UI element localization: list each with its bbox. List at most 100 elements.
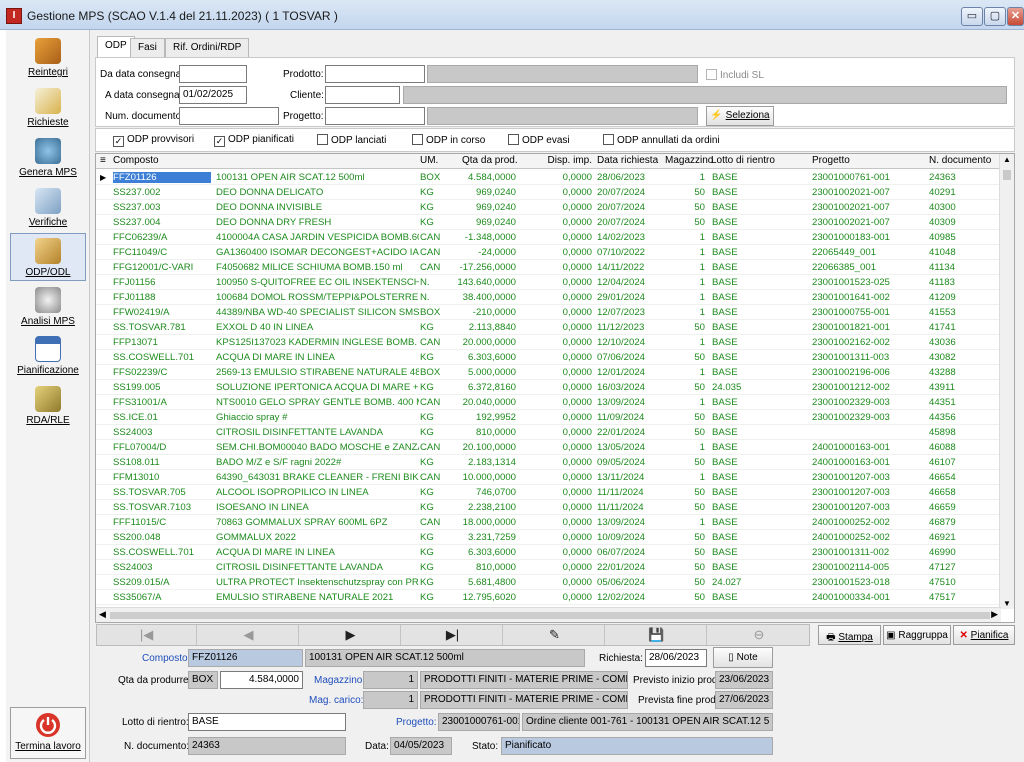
- cell-qta: 6.372,8160: [467, 382, 516, 393]
- progetto-input[interactable]: [325, 107, 425, 125]
- table-row[interactable]: SS.TOSVAR.781 EXXOL D 40 IN LINEA KG 2.113,…: [96, 320, 1001, 335]
- cell-data-richiesta: 29/01/2024: [597, 292, 646, 303]
- table-row[interactable]: SS.COSWELL.701 ACQUA DI MARE IN LINEA KG 6.…: [96, 350, 1001, 365]
- table-row[interactable]: ▶ FFZ01126 100131 OPEN AIR SCAT.12 500ml BO…: [96, 170, 1001, 185]
- cliente-input[interactable]: [325, 86, 400, 104]
- table-row[interactable]: SS199.005 SOLUZIONE IPERTONICA ACQUA DI M…: [96, 380, 1001, 395]
- first-record-button[interactable]: |◀: [97, 625, 197, 645]
- sidebar-item-reintegri[interactable]: Reintegri: [10, 34, 86, 82]
- num-doc-input[interactable]: [179, 107, 279, 125]
- horizontal-scrollbar[interactable]: ◀ ▶: [96, 607, 1001, 622]
- table-row[interactable]: SS.COSWELL.701 ACQUA DI MARE IN LINEA KG 6.…: [96, 545, 1001, 560]
- table-row[interactable]: SS237.003 DEO DONNA INVISIBLE KG 969,0240 0,…: [96, 200, 1001, 215]
- scroll-left-icon[interactable]: ◀: [99, 609, 106, 620]
- progetto-code[interactable]: 23001000761-001: [438, 713, 520, 731]
- ndoc-value: 24363: [188, 737, 346, 755]
- scroll-down-icon[interactable]: ▼: [1003, 599, 1011, 608]
- col-disp[interactable]: Disp. imp.: [522, 155, 592, 166]
- scroll-thumb[interactable]: [1003, 170, 1011, 180]
- table-row[interactable]: SS24003 CITROSIL DISINFETTANTE LAVANDA KG 8…: [96, 560, 1001, 575]
- check-odp-evasi[interactable]: ODP evasi: [508, 134, 570, 146]
- col-lotto[interactable]: Lotto di rientro: [711, 155, 775, 166]
- table-row[interactable]: SS209.015/A ULTRA PROTECT Insektenschutzs…: [96, 575, 1001, 590]
- col-n-documento[interactable]: N. documento: [929, 155, 991, 166]
- sidebar-label: RDA/RLE: [26, 415, 70, 426]
- vertical-scrollbar[interactable]: ▲ ▼: [999, 154, 1014, 609]
- col-progetto[interactable]: Progetto: [812, 155, 850, 166]
- table-row[interactable]: SS.TOSVAR.7103 ISOESANO IN LINEA KG 2.238,2…: [96, 500, 1001, 515]
- pianifica-button[interactable]: ✕ Pianifica: [953, 625, 1015, 645]
- tab-rif-ordini[interactable]: Rif. Ordini/RDP: [165, 38, 250, 58]
- save-record-button[interactable]: 💾: [607, 625, 707, 645]
- table-row[interactable]: FFM13010 64390_643031 BRAKE CLEANER - FRE…: [96, 470, 1001, 485]
- sidebar-item-verifiche[interactable]: Verifiche: [10, 184, 86, 232]
- table-row[interactable]: FFC06239/A 4100004A CASA JARDIN VESPICIDA…: [96, 230, 1001, 245]
- table-row[interactable]: SS237.004 DEO DONNA DRY FRESH KG 969,0240 0,…: [96, 215, 1001, 230]
- magazzino-num[interactable]: 1: [363, 671, 418, 689]
- cancel-record-button[interactable]: ⊖: [709, 625, 809, 645]
- sidebar-item-pianificazione[interactable]: Pianificazione: [10, 332, 86, 380]
- sidebar-item-analisi-mps[interactable]: Analisi MPS: [10, 283, 86, 331]
- a-data-input[interactable]: 01/02/2025: [179, 86, 247, 104]
- table-row[interactable]: FFS02239/C 2569-13 EMULSIO STIRABENE NATU…: [96, 365, 1001, 380]
- scroll-right-icon[interactable]: ▶: [991, 609, 998, 620]
- maximize-button[interactable]: ▢: [984, 7, 1006, 26]
- edit-record-button[interactable]: ✎: [505, 625, 605, 645]
- table-row[interactable]: SS108.011 BADO M/Z e S/F ragni 2022# KG 2.1…: [96, 455, 1001, 470]
- note-button[interactable]: ▯ Note: [713, 647, 773, 668]
- hscroll-thumb[interactable]: [110, 612, 990, 619]
- prodotto-input[interactable]: [325, 65, 425, 83]
- seleziona-button[interactable]: ⚡ Seleziona: [706, 106, 774, 126]
- table-row[interactable]: SS237.002 DEO DONNA DELICATO KG 969,0240 0,0…: [96, 185, 1001, 200]
- col-qta[interactable]: Qta da prod.: [462, 155, 518, 166]
- close-button[interactable]: ✕: [1007, 7, 1024, 26]
- table-row[interactable]: FFG12001/C-VARI F4050682 MILICE SCHIUMA B…: [96, 260, 1001, 275]
- table-row[interactable]: SS.TOSVAR.705 ALCOOL ISOPROPILICO IN LINE…: [96, 485, 1001, 500]
- table-row[interactable]: FFC11049/C GA1360400 ISOMAR DECONGEST+ACI…: [96, 245, 1001, 260]
- cell-um: KG: [420, 202, 434, 213]
- check-odp-in-corso[interactable]: ODP in corso: [412, 134, 485, 146]
- table-row[interactable]: FFJ01156 100950 S-QUITOFREE EC OIL INSEKT…: [96, 275, 1001, 290]
- checkbox-box: ✓: [214, 136, 225, 147]
- table-row[interactable]: FFF11015/C 70863 GOMMALUX SPRAY 600ML 6PZ…: [96, 515, 1001, 530]
- col-data-richiesta[interactable]: Data richiesta: [597, 155, 658, 166]
- table-row[interactable]: FFW02419/A 44389/NBA WD-40 SPECIALIST SIL…: [96, 305, 1001, 320]
- table-row[interactable]: FFL07004/D SEM.CHI.BOM00040 BADO MOSCHE e…: [96, 440, 1001, 455]
- sidebar-item-rda-rle[interactable]: RDA/RLE: [10, 382, 86, 430]
- da-data-input[interactable]: [179, 65, 247, 83]
- odp-grid: ≡ Composto UM. Qta da prod. Disp. imp. D…: [95, 153, 1015, 623]
- table-row[interactable]: FFJ01188 100684 DOMOL ROSSM/TEPPI&POLSTER…: [96, 290, 1001, 305]
- table-row[interactable]: FFS31001/A NTS0010 GELO SPRAY GENTLE BOMB…: [96, 395, 1001, 410]
- table-row[interactable]: FFP13071 KPS125I137023 KADERMIN INGLESE B…: [96, 335, 1001, 350]
- magcar-num[interactable]: 1: [363, 691, 418, 709]
- stampa-button[interactable]: 🖶 Stampa: [818, 625, 881, 645]
- terminate-button[interactable]: Termina lavoro: [10, 707, 86, 759]
- tab-fasi[interactable]: Fasi: [130, 38, 165, 58]
- composto-code[interactable]: FFZ01126: [188, 649, 303, 667]
- sidebar-item-richieste[interactable]: Richieste: [10, 84, 86, 132]
- check-odp-provvisori[interactable]: ✓ ODP provvisori: [113, 134, 194, 147]
- richiesta-value[interactable]: 28/06/2023: [645, 649, 707, 667]
- last-record-button[interactable]: ▶|: [403, 625, 503, 645]
- check-odp-annullati[interactable]: ODP annullati da ordini: [603, 134, 720, 146]
- cell-qta: 6.303,6000: [467, 547, 516, 558]
- check-odp-lanciati[interactable]: ODP lanciati: [317, 134, 386, 146]
- col-um[interactable]: UM.: [420, 155, 438, 166]
- raggruppa-button[interactable]: ▣ Raggruppa: [883, 625, 951, 645]
- table-row[interactable]: SS24003 CITROSIL DISINFETTANTE LAVANDA KG 8…: [96, 425, 1001, 440]
- lotto-value[interactable]: BASE: [188, 713, 346, 731]
- next-record-button[interactable]: ▶: [301, 625, 401, 645]
- minimize-button[interactable]: ▭: [961, 7, 983, 26]
- prev-record-button[interactable]: ◀: [199, 625, 299, 645]
- table-row[interactable]: SS35067/A EMULSIO STIRABENE NATURALE 2021…: [96, 590, 1001, 605]
- col-magazzino[interactable]: Magazzino: [665, 155, 713, 166]
- includi-sl-checkbox[interactable]: Includi SL: [706, 69, 764, 81]
- qta-value[interactable]: 4.584,0000: [220, 671, 303, 689]
- col-composto[interactable]: Composto: [113, 155, 159, 166]
- scroll-up-icon[interactable]: ▲: [1003, 155, 1011, 164]
- check-odp-pianificati[interactable]: ✓ ODP pianificati: [214, 134, 294, 147]
- sidebar-item-odp-odl[interactable]: ODP/ODL: [10, 233, 86, 281]
- table-row[interactable]: SS.ICE.01 Ghiaccio spray # KG 192,9952 0,000…: [96, 410, 1001, 425]
- table-row[interactable]: SS200.048 GOMMALUX 2022 KG 3.231,7259 0,0000…: [96, 530, 1001, 545]
- sidebar-item-genera-mps[interactable]: Genera MPS: [10, 134, 86, 182]
